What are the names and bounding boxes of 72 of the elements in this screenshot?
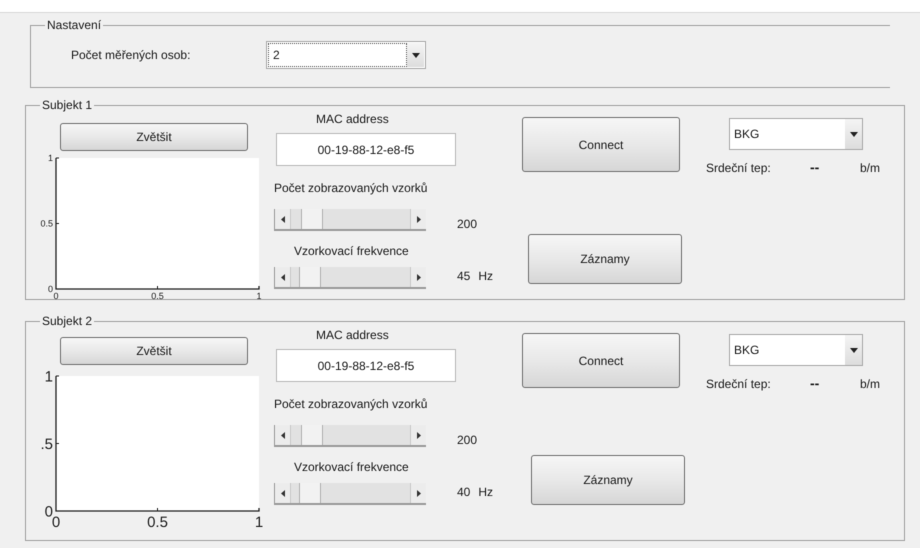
scroll-left-button[interactable] [275,267,291,287]
right-triangle-icon [416,432,420,438]
slider-value: 200 [457,216,478,233]
unit-label: b/m [860,376,880,392]
field-label: Srdeční tep: [706,160,772,176]
tick-label: 0.5 [151,291,164,301]
tick-label: 0 [44,503,53,520]
right-triangle-icon [416,490,420,496]
slider[interactable] [274,209,426,231]
records-button[interactable]: Záznamy [531,455,685,505]
scroll-right-button[interactable] [410,209,426,229]
records-button[interactable]: Záznamy [528,234,682,284]
unit-label: Hz [478,268,494,285]
slider-value: 200 [457,432,478,449]
tick-label: 1 [48,153,53,164]
field-label: MAC address [316,327,390,343]
left-triangle-icon [280,216,284,222]
slider-value: 45 [457,268,470,285]
tick-label: 1 [256,291,262,301]
dropdown[interactable]: BKG [729,118,863,150]
tick-label: 0.5 [147,514,168,529]
scroll-left-button[interactable] [275,425,291,445]
scroll-left-button[interactable] [275,483,291,503]
tick-label: 1 [44,369,53,386]
scroll-right-button[interactable] [410,267,426,287]
connect-button[interactable]: Connect [522,117,680,172]
zoom-button[interactable]: Zvětšit [60,337,248,365]
slider-thumb[interactable] [298,483,321,503]
caret-icon [850,348,858,352]
mac-address-field[interactable]: 00-19-88-12-e8-f5 [276,133,456,166]
panel-title: Nastavení [45,18,104,32]
zoom-button[interactable]: Zvětšit [60,123,248,151]
slider-value: 40 [457,484,470,501]
left-triangle-icon [280,432,284,438]
scroll-right-button[interactable] [410,483,426,503]
heart-rate-value: -- [810,374,820,393]
tick-label: .5 [40,436,53,453]
right-triangle-icon [416,216,420,222]
field-label: Počet zobrazovaných vzorků [274,180,428,196]
slider-thumb[interactable] [300,425,323,445]
slider-thumb[interactable] [298,267,321,287]
field-label: Počet měřených osob: [71,47,192,64]
left-triangle-icon [280,274,284,280]
panel-title: Subjekt 1 [40,98,94,112]
slider-thumb[interactable] [300,209,323,229]
unit-label: Hz [478,484,494,501]
heart-rate-value: -- [810,158,820,177]
left-triangle-icon [280,490,284,496]
caret-icon [412,52,420,58]
caret-icon [850,132,858,136]
tick-label: 0.5 [40,218,53,229]
panel-title: Subjekt 2 [40,314,94,328]
field-label: Počet zobrazovaných vzorků [274,396,428,412]
mac-address-field[interactable]: 00-19-88-12-e8-f5 [276,349,456,382]
scroll-right-button[interactable] [410,425,426,445]
slider[interactable] [274,267,426,289]
scroll-left-button[interactable] [275,209,291,229]
slider[interactable] [274,425,426,447]
field-label: MAC address [316,111,390,127]
tick-label: 0 [48,284,53,294]
tick-label: 1 [254,514,264,529]
right-triangle-icon [416,274,420,280]
field-label: Srdeční tep: [706,376,772,392]
tick-label: 0 [54,291,58,301]
unit-label: b/m [860,160,880,176]
tick-label: 0 [52,514,60,529]
connect-button[interactable]: Connect [522,333,680,388]
field-label: Vzorkovací frekvence [294,459,410,475]
slider[interactable] [274,483,426,505]
dropdown[interactable]: 2 [266,41,426,69]
field-label: Vzorkovací frekvence [294,243,410,259]
dropdown[interactable]: BKG [729,334,863,366]
